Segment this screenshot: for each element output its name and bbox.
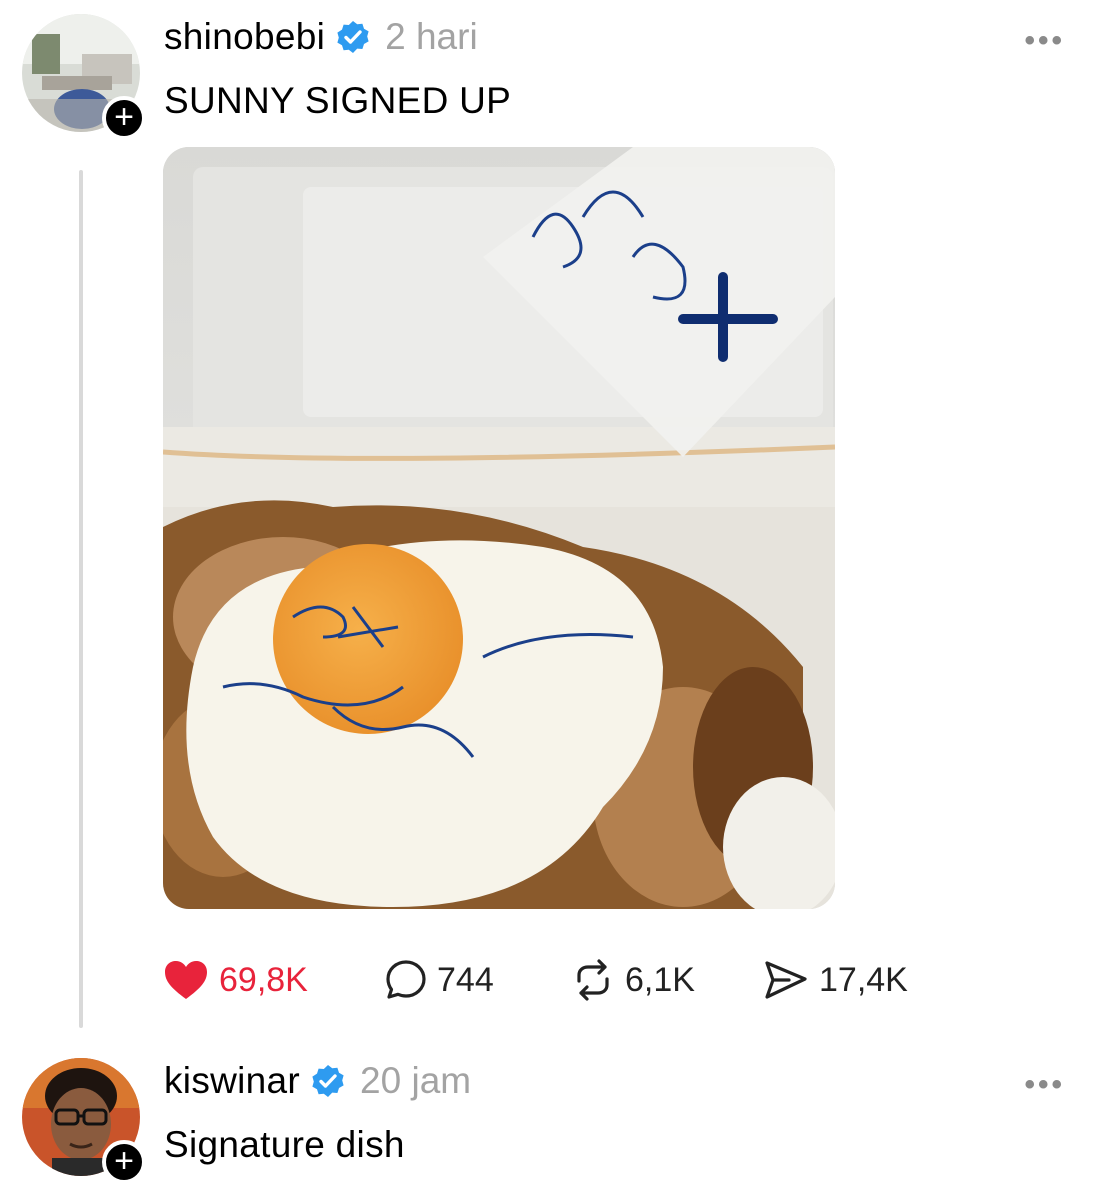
comment-button[interactable]: 744 [385, 952, 494, 1008]
post-time: 20 jam [360, 1060, 472, 1101]
username[interactable]: shinobebi [164, 16, 325, 58]
share-icon [765, 961, 807, 999]
like-count: 69,8K [219, 960, 308, 999]
more-icon[interactable]: ••• [1024, 1068, 1065, 1102]
follow-button[interactable]: + [102, 96, 146, 140]
repost-button[interactable]: 6,1K [571, 952, 695, 1008]
username[interactable]: kiswinar [164, 1060, 300, 1102]
share-count: 17,4K [819, 960, 908, 999]
post-image[interactable] [163, 147, 835, 909]
comment-count: 744 [437, 960, 494, 999]
post: + shinobebi 2 hari ••• SUNNY SIGNED UP 6… [0, 0, 1107, 1040]
avatar-kiswinar[interactable]: + [22, 1058, 146, 1184]
post-header: shinobebi 2 hari [164, 16, 478, 58]
verified-badge-icon [337, 21, 369, 53]
post-text: SUNNY SIGNED UP [164, 80, 512, 121]
post-header: kiswinar 20 jam [164, 1060, 471, 1102]
more-icon[interactable]: ••• [1024, 24, 1065, 58]
avatar-shinobebi[interactable]: + [22, 14, 146, 140]
post-time: 2 hari [385, 16, 478, 57]
heart-icon [165, 961, 207, 999]
repost-icon [577, 959, 609, 1001]
verified-badge-icon [312, 1065, 344, 1097]
post-text: Signature dish [164, 1124, 405, 1165]
follow-button[interactable]: + [102, 1140, 146, 1184]
repost-count: 6,1K [625, 960, 695, 999]
thread-line [79, 170, 83, 1028]
like-button[interactable]: 69,8K [163, 952, 308, 1008]
comment-icon [386, 960, 426, 999]
post: + kiswinar 20 jam ••• Signature dish [0, 1040, 1107, 1200]
share-button[interactable]: 17,4K [763, 952, 908, 1008]
